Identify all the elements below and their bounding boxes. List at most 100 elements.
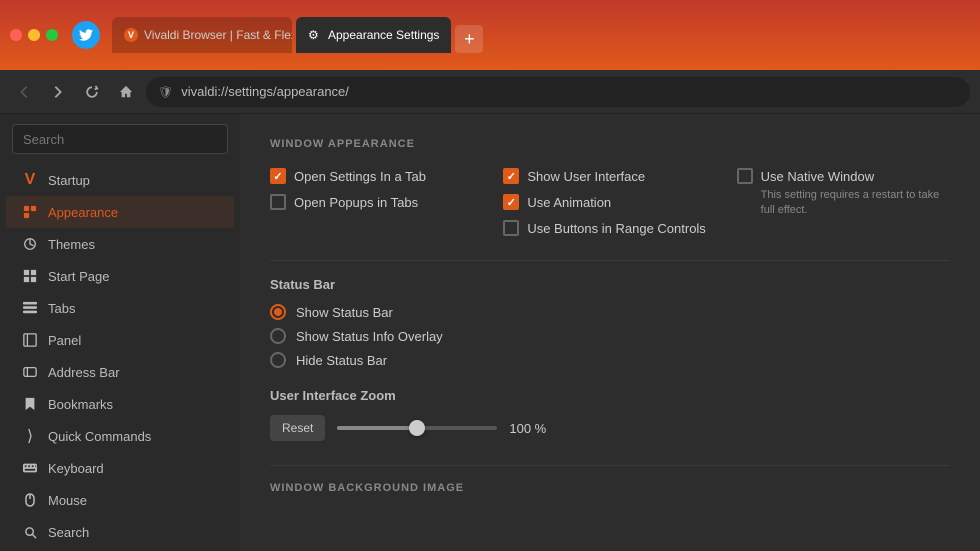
sidebar-item-panel[interactable]: Panel — [6, 324, 234, 356]
sidebar-item-search[interactable]: Search — [6, 516, 234, 548]
twitter-icon — [72, 21, 100, 49]
radio-hide-status-bar-control[interactable] — [270, 352, 286, 368]
sidebar-item-mouse[interactable]: Mouse — [6, 484, 234, 516]
tab-vivaldi[interactable]: V Vivaldi Browser | Fast & Flexi... — [112, 17, 292, 53]
checkbox-use-animation-box[interactable] — [503, 194, 519, 210]
checkbox-open-popups-box[interactable] — [270, 194, 286, 210]
keyboard-icon — [22, 460, 38, 476]
start-page-icon — [22, 268, 38, 284]
sidebar-item-search-label: Search — [48, 525, 89, 540]
back-button[interactable] — [10, 78, 38, 106]
sidebar-item-startup[interactable]: V Startup — [6, 164, 234, 196]
sidebar-item-address-bar[interactable]: Address Bar — [6, 356, 234, 388]
sidebar-item-appearance-label: Appearance — [48, 205, 118, 220]
checkbox-grid: Open Settings In a Tab Open Popups in Ta… — [270, 168, 950, 236]
sidebar-item-keyboard[interactable]: Keyboard — [6, 452, 234, 484]
home-button[interactable] — [112, 78, 140, 106]
sidebar-item-themes-label: Themes — [48, 237, 95, 252]
quick-commands-icon: ⟩ — [22, 428, 38, 444]
checkbox-use-buttons-label: Use Buttons in Range Controls — [527, 221, 705, 236]
sidebar-item-start-page[interactable]: Start Page — [6, 260, 234, 292]
sidebar-item-tabs[interactable]: Tabs — [6, 292, 234, 324]
radio-hide-status-bar-label: Hide Status Bar — [296, 353, 387, 368]
zoom-slider[interactable] — [337, 418, 497, 438]
sidebar-item-keyboard-label: Keyboard — [48, 461, 104, 476]
checkbox-use-animation[interactable]: Use Animation — [503, 194, 716, 210]
checkbox-show-ui[interactable]: Show User Interface — [503, 168, 716, 184]
checkbox-use-buttons[interactable]: Use Buttons in Range Controls — [503, 220, 716, 236]
address-text: vivaldi://settings/appearance/ — [181, 84, 349, 99]
radio-hide-status-bar[interactable]: Hide Status Bar — [270, 352, 950, 368]
checkbox-open-settings-tab[interactable]: Open Settings In a Tab — [270, 168, 483, 184]
zoom-reset-button[interactable]: Reset — [270, 415, 325, 441]
minimize-button[interactable] — [28, 29, 40, 41]
sidebar-item-tabs-label: Tabs — [48, 301, 75, 316]
slider-thumb[interactable] — [409, 420, 425, 436]
search-input[interactable] — [12, 124, 228, 154]
tabs-icon — [22, 300, 38, 316]
new-tab-button[interactable]: + — [455, 25, 483, 53]
col1: Open Settings In a Tab Open Popups in Ta… — [270, 168, 483, 236]
col2: Show User Interface Use Animation Use Bu… — [503, 168, 716, 236]
sidebar-item-address-bar-label: Address Bar — [48, 365, 120, 380]
address-bar-shield-icon: 🛡 — [158, 85, 173, 99]
sidebar-item-themes[interactable]: Themes — [6, 228, 234, 260]
reload-button[interactable] — [78, 78, 106, 106]
appearance-icon — [22, 204, 38, 220]
nav-bar: 🛡 vivaldi://settings/appearance/ — [0, 70, 980, 114]
sidebar-item-start-page-label: Start Page — [48, 269, 109, 284]
zoom-value: 100 % — [509, 421, 546, 436]
title-bar: V Vivaldi Browser | Fast & Flexi... ⚙ Ap… — [0, 0, 980, 70]
tab-vivaldi-label: Vivaldi Browser | Fast & Flexi... — [144, 28, 292, 42]
startup-icon: V — [22, 172, 38, 188]
sidebar-item-quick-commands-label: Quick Commands — [48, 429, 151, 444]
radio-show-status-info-overlay-control[interactable] — [270, 328, 286, 344]
sidebar-item-quick-commands[interactable]: ⟩ Quick Commands — [6, 420, 234, 452]
maximize-button[interactable] — [46, 29, 58, 41]
checkbox-open-popups[interactable]: Open Popups in Tabs — [270, 194, 483, 210]
checkbox-show-ui-box[interactable] — [503, 168, 519, 184]
checkbox-open-settings-tab-box[interactable] — [270, 168, 286, 184]
checkbox-native-window-label: Use Native Window — [761, 169, 874, 184]
status-bar-title: Status Bar — [270, 277, 950, 292]
sidebar-item-panel-label: Panel — [48, 333, 81, 348]
traffic-lights — [10, 29, 58, 41]
col3: Use Native Window This setting requires … — [737, 168, 950, 236]
status-bar-radios: Show Status Bar Show Status Info Overlay… — [270, 304, 950, 368]
checkbox-use-buttons-box[interactable] — [503, 220, 519, 236]
sidebar-item-bookmarks-label: Bookmarks — [48, 397, 113, 412]
tab-appearance-settings[interactable]: ⚙ Appearance Settings — [296, 17, 451, 53]
window-bg-title: WINDOW BACKGROUND IMAGE — [270, 482, 950, 494]
sidebar-search-wrapper — [0, 124, 240, 164]
search-icon — [22, 524, 38, 540]
tabs-row: V Vivaldi Browser | Fast & Flexi... ⚙ Ap… — [112, 17, 970, 53]
address-bar[interactable]: 🛡 vivaldi://settings/appearance/ — [146, 77, 970, 107]
main-layout: V Startup Appearance Themes Start Page — [0, 114, 980, 551]
window-appearance-title: WINDOW APPEARANCE — [270, 138, 950, 150]
themes-icon — [22, 236, 38, 252]
radio-show-status-info-overlay[interactable]: Show Status Info Overlay — [270, 328, 950, 344]
vivaldi-favicon: V — [124, 28, 138, 42]
bookmarks-icon — [22, 396, 38, 412]
radio-show-status-bar-label: Show Status Bar — [296, 305, 393, 320]
slider-track — [337, 426, 497, 430]
sidebar: V Startup Appearance Themes Start Page — [0, 114, 240, 551]
slider-fill — [337, 426, 417, 430]
zoom-title: User Interface Zoom — [270, 388, 950, 403]
radio-show-status-bar-control[interactable] — [270, 304, 286, 320]
zoom-row: Reset 100 % — [270, 415, 950, 441]
panel-icon — [22, 332, 38, 348]
close-button[interactable] — [10, 29, 22, 41]
forward-button[interactable] — [44, 78, 72, 106]
settings-favicon: ⚙ — [308, 28, 322, 42]
checkbox-native-window[interactable]: Use Native Window — [737, 168, 950, 184]
native-window-desc: This setting requires a restart to take … — [761, 188, 950, 219]
checkbox-show-ui-label: Show User Interface — [527, 169, 645, 184]
mouse-icon — [22, 492, 38, 508]
radio-show-status-bar[interactable]: Show Status Bar — [270, 304, 950, 320]
sidebar-item-appearance[interactable]: Appearance — [6, 196, 234, 228]
sidebar-item-startup-label: Startup — [48, 173, 90, 188]
divider1 — [270, 260, 950, 261]
checkbox-native-window-box[interactable] — [737, 168, 753, 184]
sidebar-item-bookmarks[interactable]: Bookmarks — [6, 388, 234, 420]
